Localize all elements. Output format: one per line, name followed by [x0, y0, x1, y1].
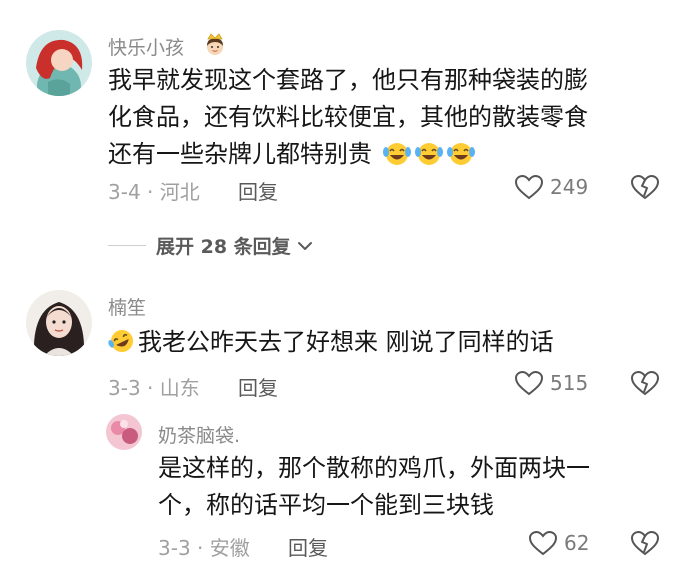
- like-count: 62: [564, 531, 590, 555]
- broken-heart-icon: [630, 530, 660, 556]
- reply-content: 是这样的，那个散称的鸡爪，外面两块一 个，称的话平均一个能到三块钱: [158, 450, 590, 524]
- comment-date-location: 3-3 · 山东: [108, 376, 200, 400]
- avatar[interactable]: [26, 290, 92, 356]
- comment-line: 化食品，还有饮料比较便宜，其他的散装零食: [108, 103, 588, 131]
- chevron-down-icon: [297, 241, 312, 250]
- like-button[interactable]: 515: [514, 370, 588, 396]
- username[interactable]: 奶茶脑袋.: [158, 421, 240, 448]
- comment-content: 我早就发现这个套路了，他只有那种袋装的膨 化食品，还有饮料比较便宜，其他的散装零…: [108, 62, 588, 177]
- comment-content: 我老公昨天去了好想来 刚说了同样的话: [108, 324, 554, 365]
- avatar[interactable]: [106, 414, 142, 450]
- reply-button[interactable]: 回复: [288, 532, 328, 561]
- dislike-button[interactable]: [630, 370, 660, 400]
- princess-emoji-icon: [202, 32, 228, 62]
- like-button[interactable]: 249: [514, 174, 588, 200]
- rolling-laughing-emoji-icon: [108, 328, 136, 365]
- reply-date-location: 3-3 · 安徽: [158, 536, 250, 560]
- dislike-button[interactable]: [630, 530, 660, 560]
- reply-line: 个，称的话平均一个能到三块钱: [158, 491, 494, 519]
- dislike-button[interactable]: [630, 174, 660, 204]
- comment-date-location: 3-4 · 河北: [108, 180, 200, 204]
- expand-replies-label: 展开 28 条回复: [156, 236, 291, 258]
- comment-line: 我老公昨天去了好想来 刚说了同样的话: [138, 328, 554, 356]
- reply-button[interactable]: 回复: [238, 372, 278, 401]
- comment-line: 还有一些杂牌儿都特别贵: [108, 140, 372, 168]
- laugh-cry-emoji-icon: [446, 140, 476, 177]
- broken-heart-icon: [630, 370, 660, 396]
- divider-line: [108, 245, 146, 246]
- broken-heart-icon: [630, 174, 660, 200]
- like-count: 249: [550, 175, 589, 199]
- like-button[interactable]: 62: [528, 530, 589, 556]
- heart-icon: [514, 174, 544, 200]
- username[interactable]: 楠笙: [108, 293, 146, 320]
- avatar[interactable]: [26, 30, 92, 96]
- comment-line-with-emoji: 我老公昨天去了好想来 刚说了同样的话: [108, 324, 554, 365]
- like-count: 515: [550, 371, 589, 395]
- heart-icon: [528, 530, 558, 556]
- username[interactable]: 快乐小孩: [108, 33, 184, 60]
- laugh-cry-emoji-icon: [414, 140, 444, 177]
- comment-line-with-emoji: 还有一些杂牌儿都特别贵: [108, 136, 588, 177]
- laugh-cry-emoji-icon: [382, 140, 412, 177]
- reply-line: 是这样的，那个散称的鸡爪，外面两块一: [158, 454, 590, 482]
- heart-icon: [514, 370, 544, 396]
- expand-replies-button[interactable]: 展开 28 条回复: [108, 232, 315, 259]
- comment-line: 我早就发现这个套路了，他只有那种袋装的膨: [108, 66, 588, 94]
- reply-button[interactable]: 回复: [238, 176, 278, 205]
